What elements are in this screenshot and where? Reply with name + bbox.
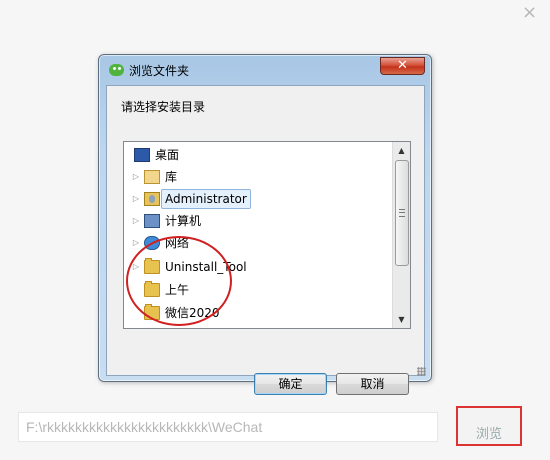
tree-label: 库	[165, 170, 178, 184]
browse-folder-dialog: 浏览文件夹 ✕ 请选择安装目录 桌面 ▷ 库 ▷ Administrator ▷…	[98, 54, 432, 395]
dialog-client-area: 请选择安装目录 桌面 ▷ 库 ▷ Administrator ▷ 计算机 ▷ 网…	[106, 85, 425, 395]
tree-label: 桌面	[155, 148, 180, 162]
browse-button-label: 浏览	[475, 427, 502, 442]
desktop-icon	[134, 148, 150, 162]
dialog-title: 浏览文件夹	[129, 64, 190, 78]
close-icon: ✕	[397, 58, 408, 73]
tree-label: 计算机	[165, 214, 202, 228]
scroll-thumb[interactable]	[395, 160, 409, 266]
expand-arrow-icon[interactable]: ▷	[131, 166, 141, 188]
tree-row-library[interactable]: ▷ 库	[124, 166, 394, 188]
grip-icon	[399, 209, 405, 217]
expand-arrow-icon[interactable]: ▷	[131, 210, 141, 232]
scroll-down-icon[interactable]: ▼	[393, 311, 410, 328]
browse-button[interactable]: 浏览	[456, 406, 522, 446]
expand-arrow-icon[interactable]: ▷	[131, 188, 141, 210]
red-circle-annotation	[126, 236, 232, 326]
ok-button[interactable]: 确定	[254, 373, 327, 395]
wechat-title-icon	[109, 64, 124, 76]
background-close-icon[interactable]: ×	[522, 4, 537, 22]
computer-icon	[144, 214, 160, 228]
tree-row-computer[interactable]: ▷ 计算机	[124, 210, 394, 232]
library-icon	[144, 170, 160, 184]
dialog-title-bar[interactable]: 浏览文件夹 ✕	[99, 55, 431, 85]
dialog-prompt: 请选择安装目录	[121, 100, 206, 114]
tree-row-administrator[interactable]: ▷ Administrator	[124, 188, 394, 210]
scroll-up-icon[interactable]: ▲	[393, 142, 410, 159]
tree-row-desktop[interactable]: 桌面	[124, 144, 394, 166]
dialog-close-button[interactable]: ✕	[380, 57, 425, 75]
user-folder-icon	[144, 192, 160, 206]
cancel-button[interactable]: 取消	[336, 373, 409, 395]
install-path-input[interactable]: F:\rkkkkkkkkkkkkkkkkkkkkkkk\WeChat	[18, 412, 438, 442]
resize-grip-icon[interactable]	[417, 367, 426, 376]
tree-scrollbar[interactable]: ▲ ▼	[392, 142, 410, 328]
tree-label: Administrator	[161, 189, 251, 209]
